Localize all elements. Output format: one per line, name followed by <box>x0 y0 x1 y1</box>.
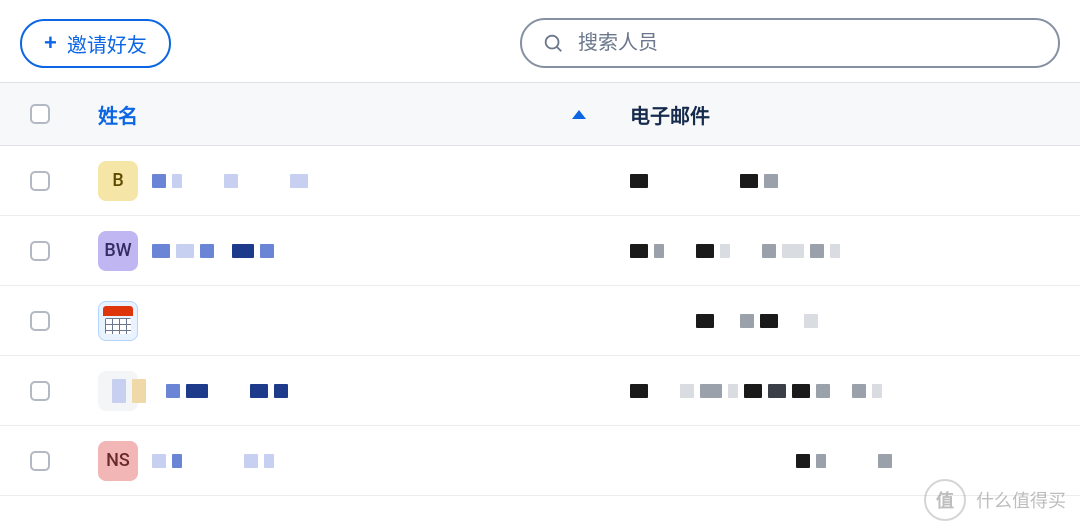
table-row[interactable] <box>0 286 1080 356</box>
name-redacted <box>112 379 288 403</box>
avatar-calendar-icon <box>98 301 138 341</box>
column-header-name[interactable]: 姓名 <box>80 100 610 129</box>
row-checkbox[interactable] <box>30 451 50 471</box>
plus-icon: + <box>44 32 57 54</box>
table-header-row: 姓名 电子邮件 <box>0 82 1080 146</box>
row-checkbox[interactable] <box>30 311 50 331</box>
avatar-initials: B <box>112 170 123 191</box>
table-row[interactable] <box>0 356 1080 426</box>
sort-ascending-icon <box>572 110 586 119</box>
top-bar: + 邀请好友 <box>0 0 1080 82</box>
avatar-initials: NS <box>106 450 130 471</box>
avatar: B <box>98 161 138 201</box>
email-redacted <box>630 244 840 258</box>
row-checkbox[interactable] <box>30 171 50 191</box>
invite-friends-button[interactable]: + 邀请好友 <box>20 19 171 68</box>
table-row[interactable]: NS <box>0 426 1080 496</box>
search-icon <box>542 32 564 54</box>
column-header-email-label: 电子邮件 <box>630 100 710 129</box>
column-header-email[interactable]: 电子邮件 <box>610 100 1080 129</box>
email-redacted <box>630 384 882 398</box>
name-redacted <box>152 174 308 188</box>
name-redacted <box>152 244 274 258</box>
row-checkbox[interactable] <box>30 381 50 401</box>
column-header-name-label: 姓名 <box>98 100 138 129</box>
email-redacted <box>630 314 818 328</box>
avatar: NS <box>98 441 138 481</box>
row-checkbox[interactable] <box>30 241 50 261</box>
email-redacted <box>630 174 778 188</box>
avatar: BW <box>98 231 138 271</box>
search-wrap <box>520 18 1060 68</box>
name-redacted <box>152 454 274 468</box>
invite-friends-label: 邀请好友 <box>67 29 147 58</box>
search-input[interactable] <box>578 32 1038 55</box>
search-box[interactable] <box>520 18 1060 68</box>
select-all-checkbox[interactable] <box>30 104 50 124</box>
email-redacted <box>630 454 892 468</box>
people-table: 姓名 电子邮件 B BW <box>0 82 1080 496</box>
header-checkbox-cell <box>0 104 80 124</box>
table-row[interactable]: BW <box>0 216 1080 286</box>
avatar-initials: BW <box>104 240 131 261</box>
table-row[interactable]: B <box>0 146 1080 216</box>
